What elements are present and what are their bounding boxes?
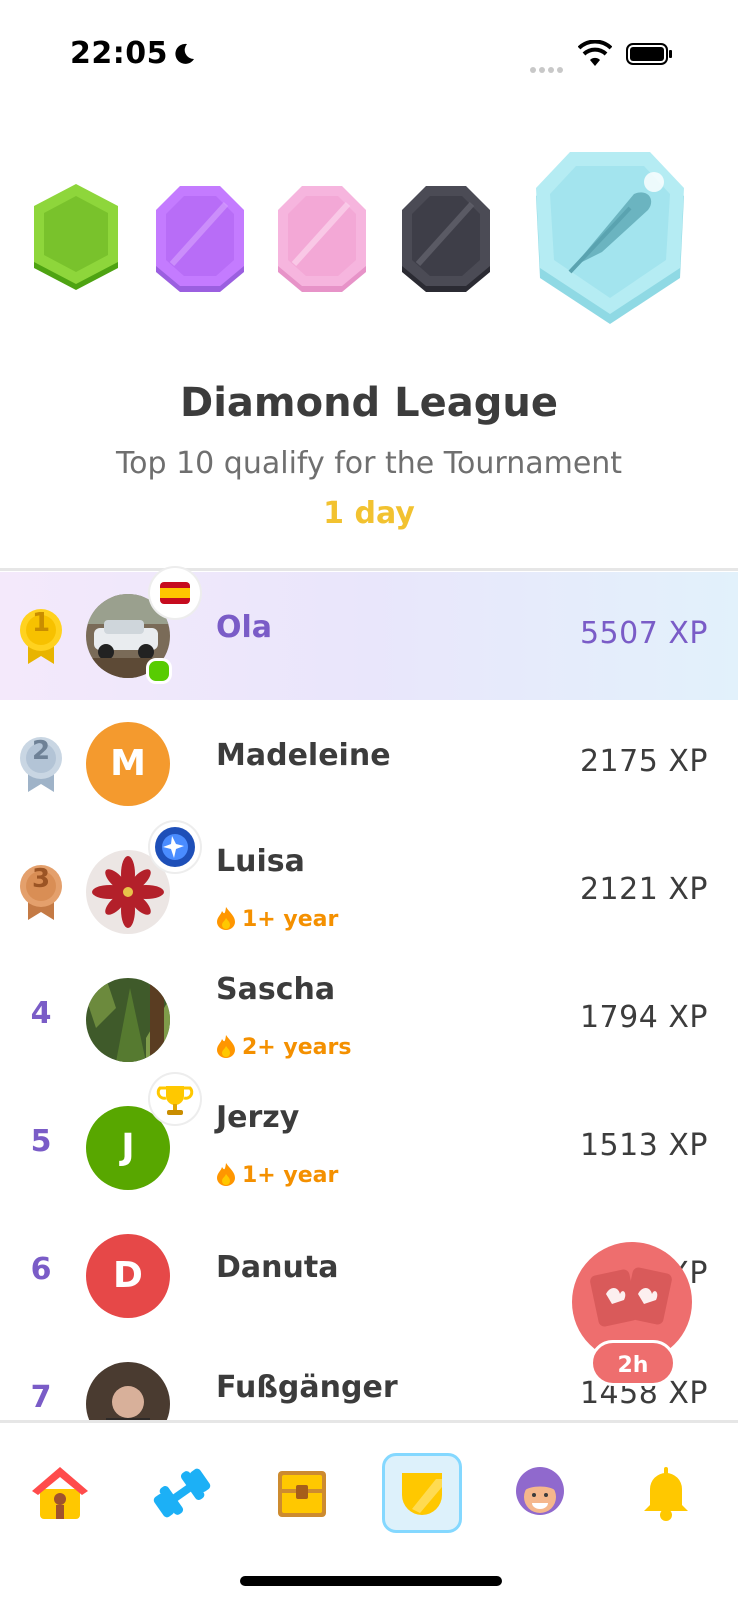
spain-flag-icon <box>150 568 200 618</box>
rank-number: 3 <box>31 864 51 894</box>
nav-profile[interactable] <box>500 1453 580 1533</box>
flame-icon <box>217 907 235 930</box>
table-row[interactable]: 4 Sascha 2+ years 1794 XP <box>0 956 738 1084</box>
table-row[interactable]: 5 J Jerzy 1+ year 1513 XP <box>0 1074 738 1212</box>
streak-label: 1+ year <box>216 906 338 932</box>
status-bar: 22:05 <box>0 0 738 110</box>
divider <box>0 568 738 571</box>
league-title: Diamond League <box>180 380 558 426</box>
green-league-badge <box>34 184 118 290</box>
rank-number: 6 <box>30 1252 52 1287</box>
streak-label: 2+ years <box>216 1034 351 1060</box>
league-time-left: 1 day <box>323 496 415 531</box>
diamond-league-badge <box>536 152 684 324</box>
signal-icon <box>530 58 566 77</box>
online-indicator <box>146 658 172 684</box>
clock: 22:05 <box>70 36 168 71</box>
streak-text: 1+ year <box>242 1163 339 1188</box>
flame-icon <box>217 1035 235 1058</box>
flame-icon <box>217 1163 235 1186</box>
streak-text: 2+ years <box>242 1035 352 1060</box>
user-xp: 2175 XP <box>579 744 708 779</box>
rank-number: 2 <box>31 736 51 766</box>
black-league-badge <box>402 186 490 292</box>
nav-chest[interactable] <box>262 1453 342 1533</box>
user-name: Jerzy <box>216 1100 300 1135</box>
purple-league-badge <box>156 186 244 292</box>
avatar[interactable] <box>86 978 170 1062</box>
wifi-icon <box>578 40 612 66</box>
rank-number: 4 <box>30 996 52 1031</box>
bell-icon <box>644 1467 688 1521</box>
home-indicator <box>240 1576 502 1586</box>
user-xp: 1513 XP <box>579 1128 708 1163</box>
blue-orb-icon <box>150 822 200 872</box>
nav-practice[interactable] <box>142 1453 222 1533</box>
streak-text: 1+ year <box>242 907 339 932</box>
rank-number: 1 <box>31 608 51 638</box>
pink-league-badge <box>278 186 366 292</box>
quest-timer[interactable]: 2h <box>590 1340 676 1386</box>
table-row[interactable]: 2 M Madeleine 2175 XP <box>0 700 738 828</box>
rank-number: 7 <box>30 1380 52 1415</box>
avatar-icon <box>516 1467 564 1515</box>
nav-home[interactable] <box>20 1453 100 1533</box>
user-name: Sascha <box>216 972 336 1007</box>
league-subtitle: Top 10 qualify for the Tournament <box>115 446 623 481</box>
avatar[interactable] <box>86 1362 170 1420</box>
table-row[interactable]: 1 Ola 5507 XP <box>0 568 738 700</box>
shield-icon <box>402 1473 442 1515</box>
dumbbell-icon <box>153 1468 211 1518</box>
trophy-icon <box>150 1074 200 1124</box>
user-xp: 1794 XP <box>579 1000 708 1035</box>
user-name: Danuta <box>216 1250 339 1285</box>
moon-icon <box>175 43 194 64</box>
battery-icon <box>626 43 672 65</box>
nav-leagues[interactable] <box>382 1453 462 1533</box>
user-name: Ola <box>216 610 273 645</box>
user-name: Luisa <box>216 844 305 879</box>
house-icon <box>32 1467 88 1519</box>
avatar[interactable]: M <box>86 722 170 806</box>
rank-number: 5 <box>30 1124 52 1159</box>
user-name: Madeleine <box>216 738 391 773</box>
table-row[interactable]: 3 Luisa 1+ year 2121 XP <box>0 822 738 956</box>
user-xp: 2121 XP <box>579 872 708 907</box>
nav-notifications[interactable] <box>626 1453 706 1533</box>
user-xp: 5507 XP <box>579 616 708 651</box>
treasure-chest-icon <box>278 1471 326 1517</box>
user-name: Fußgänger <box>216 1370 398 1405</box>
streak-label: 1+ year <box>216 1162 338 1188</box>
avatar[interactable]: D <box>86 1234 170 1318</box>
